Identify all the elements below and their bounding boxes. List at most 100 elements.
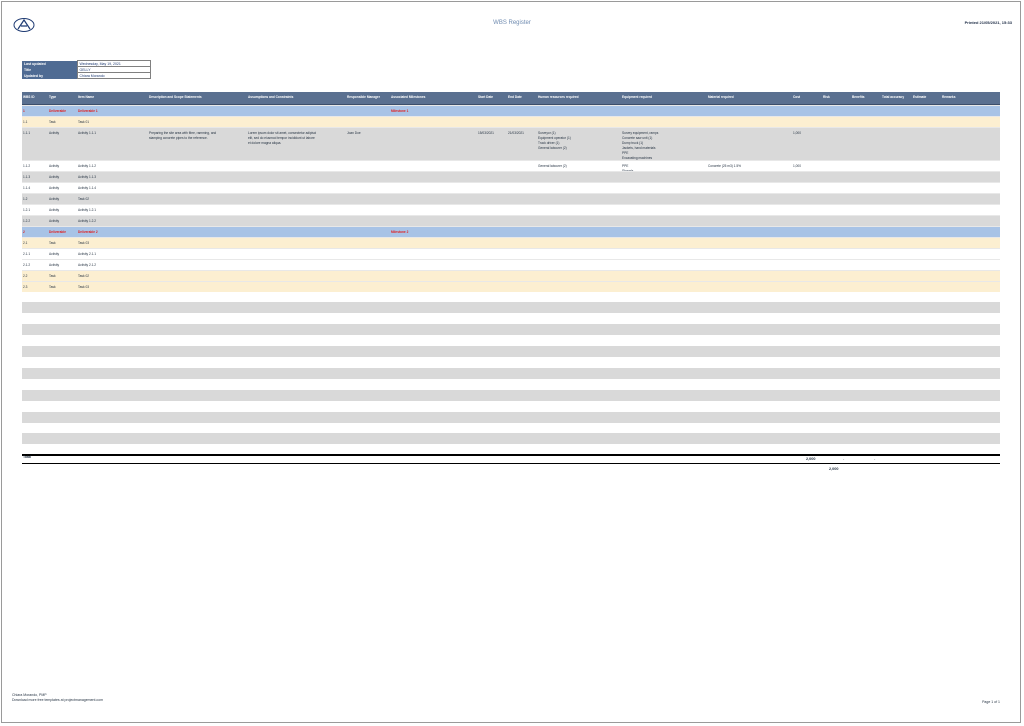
cell-name: Activity 1.2.2 [78, 219, 97, 223]
cell-type: Deliverable [49, 230, 67, 234]
project-info-table: Last updated Wednesday, May 19, 2021 Tit… [22, 60, 151, 79]
cell-id: 2.3 [23, 285, 28, 289]
task-row: 1.1 Task Task 01 [22, 116, 1000, 127]
col-header-risk: Risk [823, 95, 830, 99]
col-header-estimate: Estimate [913, 95, 927, 99]
cell-type: Deliverable [49, 109, 67, 113]
cell-name: Activity 1.1.1 [78, 131, 97, 135]
empty-row-band [22, 346, 1000, 357]
cell-assump: Lorem ipsum dolor sit amet, consectetur … [248, 131, 317, 145]
cell-id: 1.2.2 [23, 219, 31, 223]
cell-type: Task [49, 120, 56, 124]
cell-name: Task 01 [78, 120, 89, 124]
footer-credits: Chiara Morando, PMP Download more free t… [12, 693, 103, 703]
task-row: 2.1 Task Task 03 [22, 237, 1000, 248]
cell-end: 21/03/2021 [508, 131, 524, 135]
activity-row: 1.2.2 Activity Activity 1.2.2 [22, 215, 1000, 226]
col-header-total-accuracy: Total accuracy [882, 95, 905, 99]
cell-hr: Surveyor (1) Equipment operator (1) Truc… [538, 131, 571, 150]
cell-hr: General labourer (2) [538, 164, 567, 168]
cell-type: Activity [49, 252, 60, 256]
cell-id: 1.1.2 [23, 164, 31, 168]
cell-milestone: Milestone 2 [391, 230, 409, 234]
cell-name: Activity 1.1.3 [78, 175, 97, 179]
col-header-end-date: End Date [508, 95, 522, 99]
total-benefits: - [874, 457, 876, 461]
col-header-milestones: Associated Milestones [391, 95, 426, 99]
total-cost: 2,000 [806, 457, 816, 461]
document-title: WBS Register [493, 20, 531, 26]
cell-name: Deliverable 1 [78, 109, 98, 113]
cell-name: Activity 1.2.1 [78, 208, 97, 212]
cell-type: Task [49, 241, 56, 245]
cell-id: 1 [23, 109, 25, 113]
cell-type: Activity [49, 164, 60, 168]
cell-type: Activity [49, 131, 60, 135]
empty-row-band [22, 302, 1000, 313]
page-number: Page 1 of 1 [982, 700, 1000, 704]
cell-material: Concrete (25 m3) 1.5% [708, 164, 741, 168]
col-header-item-name: Item Name [78, 95, 95, 99]
cell-name: Deliverable 2 [78, 230, 98, 234]
col-header-human-resources: Human resources required [538, 95, 579, 99]
cell-name: Task 02 [78, 197, 89, 201]
cell-id: 2.1.2 [23, 263, 31, 267]
cell-id: 2 [23, 230, 25, 234]
info-row-updated-by: Updated by Chiara Morando [22, 72, 151, 79]
col-header-start-date: Start Date [478, 95, 494, 99]
cell-name: Activity 1.1.2 [78, 164, 97, 168]
cell-name: Task 03 [78, 241, 89, 245]
activity-row: 1.1.1 Activity Activity 1.1.1 Preparing the… [22, 127, 1000, 160]
activity-row: 2.1.1 Activity Activity 2.1.1 [22, 248, 1000, 259]
cell-desc: Preparing the site area with fibre, ramm… [149, 131, 217, 140]
wbs-table-header: WBS ID Type Item Name Description and Sc… [22, 92, 1000, 105]
cell-name: Activity 1.1.4 [78, 186, 97, 190]
cell-equip: Survey equipment, ramps Concrete saw uni… [622, 131, 659, 160]
cell-type: Activity [49, 219, 60, 223]
cell-id: 1.2 [23, 197, 28, 201]
cell-type: Activity [49, 186, 60, 190]
deliverable-row: 2 Deliverable Deliverable 2 Milestone 2 [22, 226, 1000, 237]
cell-id: 1.1.4 [23, 186, 31, 190]
deliverable-row: 1 Deliverable Deliverable 1 Milestone 1 [22, 105, 1000, 116]
col-header-benefits: Benefits [852, 95, 865, 99]
col-header-cost: Cost [793, 95, 801, 99]
cell-type: Task [49, 285, 56, 289]
cell-type: Activity [49, 175, 60, 179]
cell-id: 1.2.1 [23, 208, 31, 212]
total-top-rule [22, 454, 1000, 456]
task-row: 2.3 Task Task 03 [22, 281, 1000, 292]
grand-total: 2,000 [829, 467, 839, 471]
cell-type: Task [49, 274, 56, 278]
cell-id: 2.1.1 [23, 252, 31, 256]
empty-row-band [22, 368, 1000, 379]
total-label: Total [23, 455, 32, 459]
footer-source: Download more free templates at projectm… [12, 698, 104, 702]
cell-milestone: Milestone 1 [391, 109, 409, 113]
info-label: Updated by [22, 72, 77, 79]
col-header-assumptions: Assumptions and Constraints [248, 95, 294, 99]
empty-row-band [22, 390, 1000, 401]
activity-row: 2.1.2 Activity Activity 2.1.2 [22, 259, 1000, 270]
wbs-table-body: 1 Deliverable Deliverable 1 Milestone 1 1.1 T… [22, 105, 1000, 292]
cell-id: 1.1 [23, 120, 28, 124]
activity-row: 1.2.1 Activity Activity 1.2.1 [22, 204, 1000, 215]
cell-resp: Joan Doe [347, 131, 361, 135]
cell-cost: 1,000 [793, 131, 801, 135]
wbs-table: WBS ID Type Item Name Description and Sc… [22, 92, 1000, 292]
col-header-remarks: Remarks [942, 95, 956, 99]
total-bottom-rule [22, 463, 1000, 464]
col-header-responsible: Responsible Manager [347, 95, 380, 99]
cell-name: Task 03 [78, 285, 89, 289]
activity-row: 1.1.2 Activity Activity 1.1.2 General labou… [22, 160, 1000, 173]
cell-type: Activity [49, 208, 60, 212]
empty-row-band [22, 412, 1000, 423]
activity-row: 1.1.3 Activity Activity 1.1.3 [22, 171, 1000, 182]
cell-type: Activity [49, 197, 60, 201]
cell-start: 15/03/2021 [478, 131, 494, 135]
cell-name: Task 02 [78, 274, 89, 278]
cell-cost: 1,000 [793, 164, 801, 168]
col-header-wbs-id: WBS ID [23, 95, 35, 99]
cell-id: 2.1 [23, 241, 28, 245]
activity-row: 1.1.4 Activity Activity 1.1.4 [22, 182, 1000, 193]
